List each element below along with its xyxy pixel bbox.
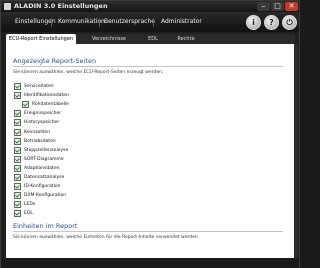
menu-kommunikation[interactable]: Kommunikation [58,18,105,25]
minimize-button[interactable]: ‒ [257,2,270,11]
section-divider [13,66,283,67]
checkbox-label: EOL [24,211,33,217]
checkbox[interactable] [14,119,21,127]
tab-verzeichnisse[interactable]: Verzeichnisse [78,34,140,44]
checkbox[interactable] [14,146,21,154]
checkbox-label: Datensatzanalyse [24,175,65,180]
window-title: ALADIN 3.0 Einstellungen [14,2,108,10]
checkbox-label: DXM-Konfiguration [24,193,67,199]
checkbox-label: Identifikationsdaten [24,93,69,99]
section-description: Sie können auswählen, welche ECU-Report-… [13,70,164,75]
menu-benutzersprache[interactable]: Benutzersprache [104,18,155,25]
checkbox-label: Servicedaten [24,84,54,89]
settings-panel: Angezeigte Report-Seiten Sie können ausw… [6,44,295,258]
checkbox-label: Kennzahlen [24,129,51,135]
maximize-button[interactable]: □ [271,2,284,11]
checkbox[interactable] [14,137,21,145]
checkbox-label: Stoppzeitenanalyse [24,147,69,153]
checkbox[interactable] [14,210,21,218]
info-button[interactable]: i [246,15,261,30]
tab-ecu-report[interactable]: ECU-Report Einstellungen [6,34,76,44]
checkbox-label: Adaptionsdaten [24,165,60,171]
window-close-button[interactable]: ✕ [285,2,298,11]
checkbox[interactable] [14,183,21,191]
checkbox[interactable] [14,92,21,100]
section-description: Sie können auswählen, welche Einheiten f… [13,235,200,240]
tab-rechte[interactable]: Rechte [170,34,202,44]
status-bar [1,258,299,268]
checkbox[interactable] [14,164,21,172]
checkbox-label: LEDs [24,202,36,208]
help-button[interactable]: ? [264,15,279,30]
checkbox[interactable] [22,101,29,109]
checkbox-label: Ereignisspeicher [24,111,62,117]
info-icon: i [252,18,255,27]
section-title-units: Einheiten im Report [13,222,78,230]
checkbox[interactable] [14,174,21,181]
checkbox[interactable] [14,192,21,200]
app-icon [4,3,11,10]
help-icon: ? [269,18,274,27]
checkbox-label: SORT-Diagramme [24,156,64,162]
tab-bar: ECU-Report Einstellungen Verzeichnisse E… [6,34,295,44]
checkbox[interactable] [14,201,21,209]
checkbox-label: Rohdatentabelle [32,102,69,108]
menu-divider [51,18,52,27]
menu-einstellungen[interactable]: Einstellungen [15,18,56,25]
tab-edl[interactable]: EDL [140,34,166,44]
checkbox[interactable] [14,83,21,90]
scrollbar[interactable] [294,44,298,258]
menu-administrator[interactable]: Administrator [161,18,202,25]
checkbox[interactable] [14,110,21,118]
checkbox-label: Historyspeicher [24,120,60,126]
menu-divider [153,18,154,27]
power-icon: ⏻ [286,18,293,27]
checkbox-label: ID-Konfiguration [24,184,61,190]
section-title-report-pages: Angezeigte Report-Seiten [13,57,97,65]
title-bar[interactable]: ALADIN 3.0 Einstellungen ‒ □ ✕ [1,1,299,12]
exit-button[interactable]: ⏻ [282,15,297,30]
section-divider [13,231,283,232]
checkbox[interactable] [14,128,21,136]
menu-divider [99,18,100,27]
settings-window: ALADIN 3.0 Einstellungen ‒ □ ✕ Einstellu… [0,0,300,268]
checkbox[interactable] [14,155,21,163]
checkbox-label: Betriebsdaten [24,138,56,144]
